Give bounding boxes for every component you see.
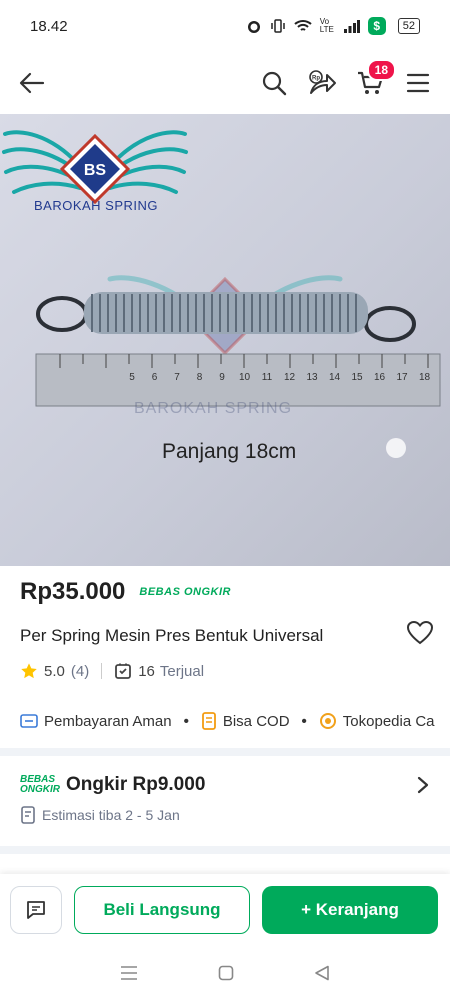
shipping-cost: Ongkir Rp9.000	[66, 774, 206, 795]
badge-cod: Bisa COD	[222, 712, 290, 730]
sold-bag-icon	[115, 663, 132, 679]
shipping-section[interactable]: BEBAS ONGKIR Ongkir Rp9.000 Estimasi tib…	[20, 774, 430, 824]
product-price: Rp35.000	[20, 578, 126, 605]
ruler-number: 5	[129, 372, 135, 383]
cod-icon	[201, 712, 216, 730]
status-bar: 18.42 Vo LTE $ 52	[0, 0, 450, 52]
section-divider	[0, 846, 450, 854]
signal-icon	[343, 20, 360, 33]
alarm-icon	[247, 21, 260, 33]
shield-icon	[20, 714, 38, 728]
price-row: Rp35.000 BEBAS ONGKIR	[20, 578, 231, 606]
eta-row: Estimasi tiba 2 - 5 Jan	[20, 806, 430, 824]
svg-text:Rp: Rp	[312, 76, 320, 82]
sold-count: 16	[138, 662, 155, 680]
back-button[interactable]	[14, 65, 50, 101]
ruler-number: 7	[174, 372, 180, 383]
share-rp-icon: Rp	[309, 70, 336, 94]
service-badges: Pembayaran Aman • Bisa COD • Tokopedia C…	[20, 712, 435, 730]
buy-now-button[interactable]: Beli Langsung	[74, 886, 250, 934]
ruler-number: 14	[329, 372, 341, 383]
rating-row[interactable]: 5.0 (4) 16 Terjual	[20, 662, 204, 680]
menu-button[interactable]	[400, 65, 436, 101]
tokopedia-icon	[319, 713, 336, 729]
network-label: Vo LTE	[319, 17, 334, 34]
logo-initials: BS	[84, 162, 107, 179]
search-button[interactable]	[256, 65, 292, 101]
ruler-number: 16	[374, 372, 386, 383]
badge-tokopedia: Tokopedia Ca	[342, 712, 435, 730]
rating-value: 5.0	[44, 662, 65, 680]
chat-icon	[27, 901, 45, 919]
separator	[101, 663, 103, 679]
hamburger-menu-icon	[406, 73, 430, 93]
wifi-icon	[294, 20, 312, 31]
chevron-right-icon	[417, 776, 429, 794]
ruler-number: 11	[262, 372, 273, 383]
ruler-number: 6	[152, 372, 158, 383]
add-to-cart-button[interactable]: + Keranjang	[262, 886, 438, 934]
ruler-number: 13	[306, 372, 318, 383]
back-arrow-icon	[19, 72, 45, 94]
back-nav-icon[interactable]	[314, 965, 330, 981]
chat-button[interactable]	[10, 886, 62, 934]
spring-coil	[84, 292, 368, 334]
badge-secure-payment: Pembayaran Aman	[44, 712, 172, 730]
recent-apps-icon[interactable]	[120, 965, 138, 981]
product-photo-illustration: BS 5 6 7 8 9 10 11 12 13 14 15 16 17 18	[2, 130, 441, 458]
watermark-text: BAROKAH SPRING	[134, 400, 293, 417]
product-image[interactable]: BS 5 6 7 8 9 10 11 12 13 14 15 16 17 18 BAROKAH SPRIN…	[0, 114, 450, 566]
cart-count-badge: 18	[366, 59, 396, 81]
search-icon	[262, 71, 287, 96]
logo-name: BAROKAH SPRING	[34, 198, 159, 213]
receipt-icon	[21, 806, 35, 824]
ruler-number: 9	[219, 372, 225, 383]
system-navigation	[0, 946, 450, 1000]
battery-indicator: 52	[397, 18, 420, 34]
top-nav: Rp 18	[0, 52, 450, 114]
dollar-icon: $	[367, 17, 386, 35]
bottom-action-bar: Beli Langsung + Keranjang	[0, 874, 450, 946]
sold-label: Terjual	[159, 662, 205, 680]
share-button[interactable]: Rp	[304, 65, 340, 101]
section-divider	[0, 748, 450, 756]
dot-separator: •	[301, 712, 307, 730]
heart-icon	[406, 620, 434, 645]
ruler-number: 10	[239, 372, 251, 383]
cart-button[interactable]: 18	[352, 59, 396, 101]
product-title: Per Spring Mesin Pres Bentuk Universal	[20, 625, 324, 645]
delivery-estimate: Estimasi tiba 2 - 5 Jan	[42, 807, 180, 823]
image-caption: Panjang 18cm	[162, 440, 297, 463]
free-shipping-logo: BEBAS ONGKIR	[20, 774, 60, 795]
status-time: 18.42	[30, 17, 68, 35]
rating-count: (4)	[70, 662, 90, 680]
dot-separator: •	[183, 712, 189, 730]
vibrate-icon	[271, 19, 285, 33]
ruler-number: 17	[396, 372, 408, 383]
ruler-number: 12	[284, 372, 296, 383]
home-icon[interactable]	[218, 965, 234, 981]
ruler-number: 15	[351, 372, 363, 383]
title-row: Per Spring Mesin Pres Bentuk Universal	[20, 620, 434, 651]
status-icons: Vo LTE $ 52	[246, 17, 420, 35]
free-shipping-badge: BEBAS ONGKIR	[139, 586, 231, 598]
ruler-number: 18	[419, 372, 431, 383]
star-icon	[21, 663, 37, 679]
ruler-number: 8	[197, 372, 203, 383]
wishlist-button[interactable]	[406, 620, 434, 651]
